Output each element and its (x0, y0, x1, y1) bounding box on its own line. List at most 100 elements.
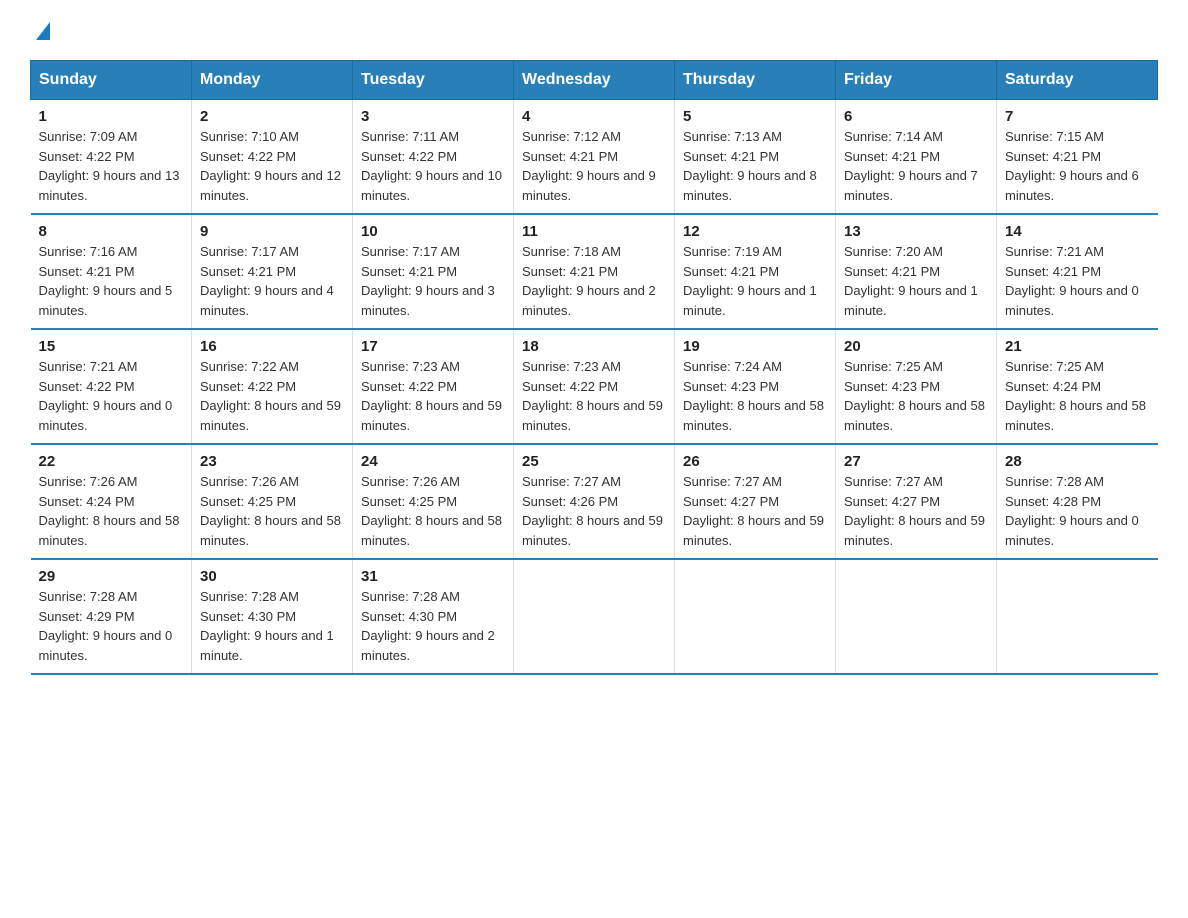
day-cell: 11 Sunrise: 7:18 AM Sunset: 4:21 PM Dayl… (514, 214, 675, 329)
day-cell: 17 Sunrise: 7:23 AM Sunset: 4:22 PM Dayl… (353, 329, 514, 444)
week-row-1: 1 Sunrise: 7:09 AM Sunset: 4:22 PM Dayli… (31, 100, 1158, 215)
day-info: Sunrise: 7:27 AM Sunset: 4:27 PM Dayligh… (844, 472, 988, 550)
header-cell-wednesday: Wednesday (514, 61, 675, 100)
day-number: 2 (200, 108, 344, 125)
day-cell: 16 Sunrise: 7:22 AM Sunset: 4:22 PM Dayl… (192, 329, 353, 444)
day-cell: 15 Sunrise: 7:21 AM Sunset: 4:22 PM Dayl… (31, 329, 192, 444)
day-cell (836, 559, 997, 674)
day-number: 23 (200, 453, 344, 470)
day-cell: 27 Sunrise: 7:27 AM Sunset: 4:27 PM Dayl… (836, 444, 997, 559)
day-cell: 19 Sunrise: 7:24 AM Sunset: 4:23 PM Dayl… (675, 329, 836, 444)
week-row-4: 22 Sunrise: 7:26 AM Sunset: 4:24 PM Dayl… (31, 444, 1158, 559)
day-number: 30 (200, 568, 344, 585)
week-row-5: 29 Sunrise: 7:28 AM Sunset: 4:29 PM Dayl… (31, 559, 1158, 674)
day-info: Sunrise: 7:25 AM Sunset: 4:24 PM Dayligh… (1005, 357, 1150, 435)
day-info: Sunrise: 7:22 AM Sunset: 4:22 PM Dayligh… (200, 357, 344, 435)
day-cell: 9 Sunrise: 7:17 AM Sunset: 4:21 PM Dayli… (192, 214, 353, 329)
day-cell: 4 Sunrise: 7:12 AM Sunset: 4:21 PM Dayli… (514, 100, 675, 215)
day-cell: 24 Sunrise: 7:26 AM Sunset: 4:25 PM Dayl… (353, 444, 514, 559)
day-cell: 12 Sunrise: 7:19 AM Sunset: 4:21 PM Dayl… (675, 214, 836, 329)
day-info: Sunrise: 7:23 AM Sunset: 4:22 PM Dayligh… (361, 357, 505, 435)
day-info: Sunrise: 7:12 AM Sunset: 4:21 PM Dayligh… (522, 127, 666, 205)
day-number: 29 (39, 568, 184, 585)
header-cell-monday: Monday (192, 61, 353, 100)
header-cell-thursday: Thursday (675, 61, 836, 100)
day-info: Sunrise: 7:21 AM Sunset: 4:21 PM Dayligh… (1005, 242, 1150, 320)
page-header (30, 20, 1158, 40)
week-row-2: 8 Sunrise: 7:16 AM Sunset: 4:21 PM Dayli… (31, 214, 1158, 329)
day-cell: 13 Sunrise: 7:20 AM Sunset: 4:21 PM Dayl… (836, 214, 997, 329)
day-number: 25 (522, 453, 666, 470)
day-number: 6 (844, 108, 988, 125)
day-number: 27 (844, 453, 988, 470)
day-info: Sunrise: 7:23 AM Sunset: 4:22 PM Dayligh… (522, 357, 666, 435)
day-info: Sunrise: 7:10 AM Sunset: 4:22 PM Dayligh… (200, 127, 344, 205)
day-number: 15 (39, 338, 184, 355)
day-cell: 22 Sunrise: 7:26 AM Sunset: 4:24 PM Dayl… (31, 444, 192, 559)
day-info: Sunrise: 7:24 AM Sunset: 4:23 PM Dayligh… (683, 357, 827, 435)
day-info: Sunrise: 7:28 AM Sunset: 4:30 PM Dayligh… (361, 587, 505, 665)
day-number: 19 (683, 338, 827, 355)
day-number: 21 (1005, 338, 1150, 355)
day-info: Sunrise: 7:28 AM Sunset: 4:28 PM Dayligh… (1005, 472, 1150, 550)
day-info: Sunrise: 7:17 AM Sunset: 4:21 PM Dayligh… (361, 242, 505, 320)
week-row-3: 15 Sunrise: 7:21 AM Sunset: 4:22 PM Dayl… (31, 329, 1158, 444)
header-row: SundayMondayTuesdayWednesdayThursdayFrid… (31, 61, 1158, 100)
day-number: 24 (361, 453, 505, 470)
day-cell: 25 Sunrise: 7:27 AM Sunset: 4:26 PM Dayl… (514, 444, 675, 559)
day-number: 20 (844, 338, 988, 355)
header-cell-friday: Friday (836, 61, 997, 100)
day-cell: 29 Sunrise: 7:28 AM Sunset: 4:29 PM Dayl… (31, 559, 192, 674)
day-cell: 14 Sunrise: 7:21 AM Sunset: 4:21 PM Dayl… (997, 214, 1158, 329)
logo (30, 20, 50, 40)
day-number: 12 (683, 223, 827, 240)
day-number: 5 (683, 108, 827, 125)
day-info: Sunrise: 7:26 AM Sunset: 4:25 PM Dayligh… (200, 472, 344, 550)
day-info: Sunrise: 7:19 AM Sunset: 4:21 PM Dayligh… (683, 242, 827, 320)
day-number: 3 (361, 108, 505, 125)
day-cell: 21 Sunrise: 7:25 AM Sunset: 4:24 PM Dayl… (997, 329, 1158, 444)
day-info: Sunrise: 7:26 AM Sunset: 4:24 PM Dayligh… (39, 472, 184, 550)
day-info: Sunrise: 7:28 AM Sunset: 4:29 PM Dayligh… (39, 587, 184, 665)
day-number: 11 (522, 223, 666, 240)
day-info: Sunrise: 7:14 AM Sunset: 4:21 PM Dayligh… (844, 127, 988, 205)
day-cell: 5 Sunrise: 7:13 AM Sunset: 4:21 PM Dayli… (675, 100, 836, 215)
day-number: 10 (361, 223, 505, 240)
header-cell-sunday: Sunday (31, 61, 192, 100)
day-cell: 10 Sunrise: 7:17 AM Sunset: 4:21 PM Dayl… (353, 214, 514, 329)
day-info: Sunrise: 7:27 AM Sunset: 4:26 PM Dayligh… (522, 472, 666, 550)
day-cell (514, 559, 675, 674)
day-cell: 2 Sunrise: 7:10 AM Sunset: 4:22 PM Dayli… (192, 100, 353, 215)
day-number: 9 (200, 223, 344, 240)
day-info: Sunrise: 7:15 AM Sunset: 4:21 PM Dayligh… (1005, 127, 1150, 205)
day-cell: 1 Sunrise: 7:09 AM Sunset: 4:22 PM Dayli… (31, 100, 192, 215)
day-info: Sunrise: 7:13 AM Sunset: 4:21 PM Dayligh… (683, 127, 827, 205)
day-number: 8 (39, 223, 184, 240)
calendar-table: SundayMondayTuesdayWednesdayThursdayFrid… (30, 60, 1158, 675)
day-info: Sunrise: 7:17 AM Sunset: 4:21 PM Dayligh… (200, 242, 344, 320)
day-cell: 3 Sunrise: 7:11 AM Sunset: 4:22 PM Dayli… (353, 100, 514, 215)
day-cell (997, 559, 1158, 674)
day-cell: 6 Sunrise: 7:14 AM Sunset: 4:21 PM Dayli… (836, 100, 997, 215)
day-cell: 7 Sunrise: 7:15 AM Sunset: 4:21 PM Dayli… (997, 100, 1158, 215)
day-info: Sunrise: 7:27 AM Sunset: 4:27 PM Dayligh… (683, 472, 827, 550)
day-number: 16 (200, 338, 344, 355)
day-cell: 8 Sunrise: 7:16 AM Sunset: 4:21 PM Dayli… (31, 214, 192, 329)
day-info: Sunrise: 7:25 AM Sunset: 4:23 PM Dayligh… (844, 357, 988, 435)
day-cell: 20 Sunrise: 7:25 AM Sunset: 4:23 PM Dayl… (836, 329, 997, 444)
day-info: Sunrise: 7:16 AM Sunset: 4:21 PM Dayligh… (39, 242, 184, 320)
day-info: Sunrise: 7:20 AM Sunset: 4:21 PM Dayligh… (844, 242, 988, 320)
day-cell: 23 Sunrise: 7:26 AM Sunset: 4:25 PM Dayl… (192, 444, 353, 559)
day-number: 26 (683, 453, 827, 470)
day-info: Sunrise: 7:09 AM Sunset: 4:22 PM Dayligh… (39, 127, 184, 205)
day-cell (675, 559, 836, 674)
day-info: Sunrise: 7:11 AM Sunset: 4:22 PM Dayligh… (361, 127, 505, 205)
day-number: 18 (522, 338, 666, 355)
day-number: 13 (844, 223, 988, 240)
day-number: 28 (1005, 453, 1150, 470)
day-number: 14 (1005, 223, 1150, 240)
header-cell-tuesday: Tuesday (353, 61, 514, 100)
day-info: Sunrise: 7:18 AM Sunset: 4:21 PM Dayligh… (522, 242, 666, 320)
day-number: 1 (39, 108, 184, 125)
day-number: 17 (361, 338, 505, 355)
